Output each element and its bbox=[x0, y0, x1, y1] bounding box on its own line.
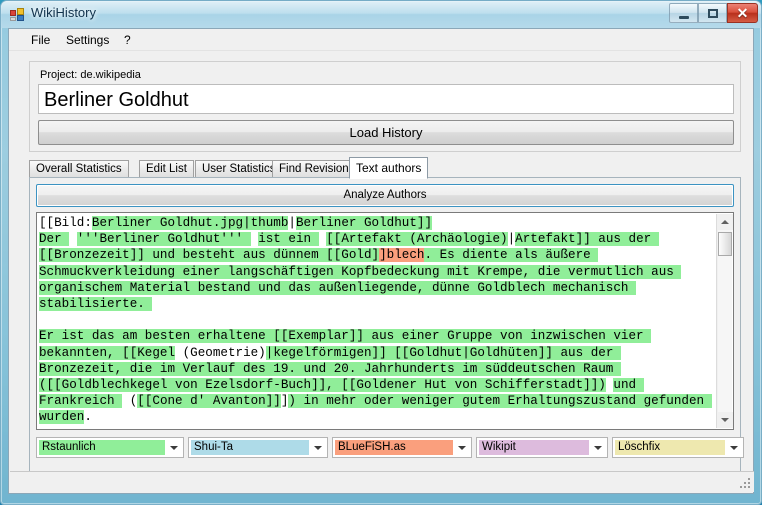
chevron-down-icon[interactable] bbox=[590, 439, 606, 456]
wikitext-segment: kegelförmigen]] [[Goldhut|Goldhüten]] au… bbox=[273, 345, 621, 360]
close-icon: ✕ bbox=[736, 5, 749, 21]
resize-grip-icon[interactable] bbox=[740, 478, 752, 490]
scroll-up-icon[interactable] bbox=[717, 214, 733, 230]
wikitext-line: [[Bronzezeit]] und besteht aus dünnem [[… bbox=[39, 247, 716, 263]
wikitext-segment: Berliner Goldhut]] bbox=[295, 216, 433, 230]
author-combo-3[interactable]: BLueFiSH.as bbox=[332, 437, 472, 458]
chevron-down-icon[interactable] bbox=[310, 439, 326, 456]
wikitext-line: Bronzezeit, die im Verlauf des 19. und 2… bbox=[39, 361, 716, 377]
tab-control: Overall Statistics Edit List User Statis… bbox=[29, 157, 744, 489]
chevron-down-icon[interactable] bbox=[726, 439, 742, 456]
application-window: WikiHistory ✕ File Settings ? Project: d… bbox=[0, 0, 762, 505]
author-combo-value: Shui-Ta bbox=[191, 440, 309, 455]
chevron-down-icon[interactable] bbox=[166, 439, 182, 456]
author-combo-row: Rstaunlich Shui-Ta BLueFiSH.as Wikipit Lösch… bbox=[36, 437, 744, 461]
wikitext-segment: . Es diente als äußere bbox=[424, 248, 599, 263]
wikitext-segment: ) bbox=[598, 377, 606, 392]
wikitext-line bbox=[39, 312, 716, 328]
wikitext-segment: [[Bild: bbox=[39, 216, 92, 230]
menu-bar: File Settings ? bbox=[9, 29, 753, 51]
wikitext-segment: Berliner Goldhut. bbox=[91, 216, 221, 230]
status-bar bbox=[10, 471, 754, 492]
minimize-button[interactable] bbox=[669, 3, 698, 23]
minimize-icon bbox=[670, 4, 697, 22]
menu-item-help[interactable]: ? bbox=[117, 32, 138, 49]
analyze-authors-button[interactable]: Analyze Authors bbox=[36, 184, 734, 207]
wikitext-segment: | bbox=[288, 216, 296, 230]
maximize-button[interactable] bbox=[698, 3, 727, 23]
wikitext-line: Frankreich ([[Cone d' Avanton]]]) in meh… bbox=[39, 393, 716, 409]
wikitext-line: Der '''Berliner Goldhut''' ist ein [[Art… bbox=[39, 231, 716, 247]
wikitext-segment: [[Cone d' Avanton]] bbox=[137, 394, 281, 409]
wikitext-viewer[interactable]: [[Bild:Berliner Goldhut.jpg|thumb|Berlin… bbox=[36, 212, 734, 430]
tab-overall-statistics[interactable]: Overall Statistics bbox=[29, 160, 129, 178]
scrollbar-track[interactable] bbox=[718, 230, 732, 412]
title-bar: WikiHistory ✕ bbox=[1, 1, 761, 28]
wikitext-segment: ( bbox=[122, 394, 138, 409]
wikitext-segment: Artefakt]] aus der bbox=[515, 232, 659, 247]
wikitext-segment: wurden bbox=[39, 410, 85, 425]
wikitext-segment bbox=[69, 232, 77, 246]
wikitext-segment: jpg|thumb bbox=[220, 216, 289, 230]
window-title: WikiHistory bbox=[31, 5, 96, 20]
wikitext-content: [[Bild:Berliner Goldhut.jpg|thumb|Berlin… bbox=[39, 215, 716, 429]
wikitext-line: [[Bild:Berliner Goldhut.jpg|thumb|Berlin… bbox=[39, 215, 716, 231]
tab-panel-text-authors: Analyze Authors [[Bild:Berliner Goldhut.… bbox=[29, 177, 744, 489]
wikitext-segment: ist ein bbox=[258, 232, 319, 247]
scroll-down-icon[interactable] bbox=[717, 412, 733, 428]
wikitext-line: Er ist das am besten erhaltene [[Exempla… bbox=[39, 328, 716, 344]
tab-user-statistics[interactable]: User Statistics bbox=[195, 160, 283, 178]
wikitext-segment: bekannten, [[Kegel bbox=[39, 345, 176, 360]
scrollbar-thumb[interactable] bbox=[718, 232, 732, 256]
article-title-input[interactable]: Berliner Goldhut bbox=[38, 84, 734, 114]
tab-find-revisions[interactable]: Find Revisions bbox=[272, 160, 362, 178]
wikitext-line: wurden. bbox=[39, 409, 716, 425]
author-combo-value: Löschfix bbox=[615, 440, 725, 455]
project-label: Project: de.wikipedia bbox=[40, 69, 141, 81]
wikitext-segment: ) in mehr oder weniger gutem Erhaltungsz… bbox=[288, 394, 712, 409]
wikitext-line: Schmuckverkleidung einer langschäftigen … bbox=[39, 264, 716, 280]
wikitext-line: organischem Material bestand und das auß… bbox=[39, 280, 716, 296]
load-history-button[interactable]: Load History bbox=[38, 120, 734, 145]
author-combo-2[interactable]: Shui-Ta bbox=[188, 437, 328, 458]
author-combo-value: Wikipit bbox=[479, 440, 589, 455]
maximize-icon bbox=[699, 4, 726, 22]
author-combo-value: BLueFiSH.as bbox=[335, 440, 453, 455]
close-button[interactable]: ✕ bbox=[727, 3, 758, 23]
wikitext-segment: und bbox=[613, 377, 644, 392]
wikitext-segment: Bronzezeit, die im Verlauf des 19. und 2… bbox=[39, 361, 621, 376]
wikitext-segment: '''Berliner Goldhut''' bbox=[76, 232, 251, 247]
wikitext-segment: . bbox=[84, 410, 92, 425]
tab-text-authors[interactable]: Text authors bbox=[349, 157, 429, 179]
menu-item-file[interactable]: File bbox=[24, 32, 57, 49]
wikitext-segment: ]blech bbox=[379, 248, 425, 263]
app-window-icon bbox=[9, 6, 25, 22]
client-area: File Settings ? Project: de.wikipedia Be… bbox=[8, 28, 754, 494]
wikitext-segment: Frankreich bbox=[39, 394, 123, 409]
chevron-down-icon[interactable] bbox=[454, 439, 470, 456]
author-combo-4[interactable]: Wikipit bbox=[476, 437, 608, 458]
wikitext-segment: [[Bronzezeit]] und besteht aus dünnem [[… bbox=[39, 248, 380, 263]
wikitext-segment: (Geometrie) bbox=[175, 345, 266, 360]
wikitext-segment: stabilisierte. bbox=[39, 296, 153, 311]
tab-headers: Overall Statistics Edit List User Statis… bbox=[29, 157, 741, 179]
wikitext-line: ([[Goldblechkegel von Ezelsdorf-Buch]], … bbox=[39, 377, 716, 393]
tab-edit-list[interactable]: Edit List bbox=[139, 160, 194, 178]
vertical-scrollbar[interactable] bbox=[716, 214, 733, 428]
wikitext-segment: ([[Goldblechkegel von Ezelsdorf-Buch]], … bbox=[39, 377, 599, 392]
author-combo-value: Rstaunlich bbox=[39, 440, 165, 455]
project-group-box: Project: de.wikipedia Berliner Goldhut L… bbox=[29, 61, 741, 152]
wikitext-segment: [[Artefakt (Archäologie) bbox=[326, 232, 508, 247]
wikitext-line: bekannten, [[Kegel (Geometrie)|kegelförm… bbox=[39, 345, 716, 361]
menu-item-settings[interactable]: Settings bbox=[59, 32, 116, 49]
author-combo-1[interactable]: Rstaunlich bbox=[36, 437, 184, 458]
wikitext-segment: organischem Material bestand und das auß… bbox=[39, 280, 637, 295]
wikitext-line: stabilisierte. bbox=[39, 296, 716, 312]
wikitext-segment: Schmuckverkleidung einer langschäftigen … bbox=[39, 264, 682, 279]
wikitext-segment: Der bbox=[39, 232, 70, 247]
author-combo-5[interactable]: Löschfix bbox=[612, 437, 744, 458]
wikitext-segment: Er ist das am besten erhaltene [[Exempla… bbox=[39, 329, 652, 344]
